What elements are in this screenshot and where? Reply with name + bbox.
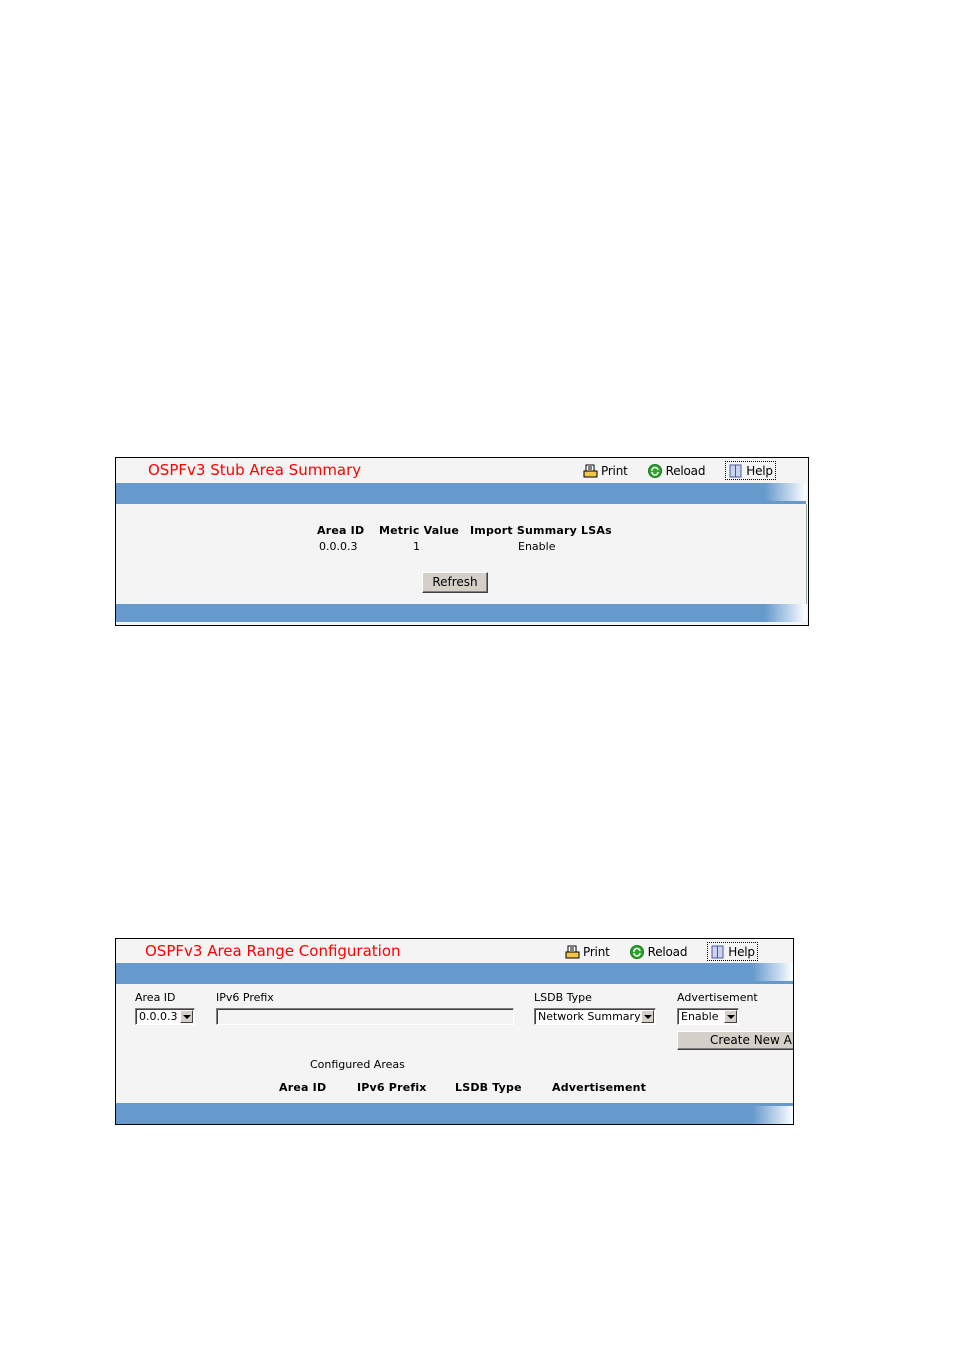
- create-new-area-range-button[interactable]: Create New Area Range: [677, 1031, 793, 1050]
- help-label: Help: [746, 463, 773, 478]
- footer-bar: [116, 1106, 793, 1124]
- header-bar: [116, 963, 793, 981]
- advertisement-select[interactable]: Enable: [677, 1008, 739, 1025]
- column-header-area-id: Area ID: [279, 1081, 327, 1094]
- reload-label: Reload: [647, 944, 688, 959]
- help-book-icon: [710, 945, 725, 959]
- advertisement-label: Advertisement: [677, 991, 758, 1004]
- area-range-configuration-panel: OSPFv3 Area Range Configuration Print Re…: [115, 938, 794, 1125]
- chevron-down-icon: [180, 1010, 193, 1023]
- ipv6-prefix-input[interactable]: [216, 1008, 514, 1025]
- reload-button[interactable]: Reload: [629, 943, 688, 960]
- cell-metric-value: 1: [413, 540, 420, 553]
- help-label: Help: [728, 944, 755, 959]
- column-header-metric-value: Metric Value: [379, 524, 460, 537]
- configured-areas-caption: Configured Areas: [310, 1058, 405, 1071]
- reload-label: Reload: [665, 463, 706, 478]
- cell-import-summary-lsas: Enable: [518, 540, 556, 553]
- printer-icon: [583, 464, 598, 478]
- help-button[interactable]: Help: [725, 461, 776, 480]
- lsdb-type-select[interactable]: Network Summary: [534, 1008, 656, 1025]
- help-book-icon: [728, 464, 743, 478]
- column-header-lsdb-type: LSDB Type: [455, 1081, 522, 1094]
- help-button[interactable]: Help: [707, 942, 758, 961]
- reload-button[interactable]: Reload: [647, 462, 706, 479]
- cell-area-id: 0.0.0.3: [319, 540, 358, 553]
- print-label: Print: [601, 463, 628, 478]
- page-title: OSPFv3 Stub Area Summary: [148, 461, 362, 479]
- header-bar: [116, 483, 806, 501]
- lsdb-type-label: LSDB Type: [534, 991, 592, 1004]
- footer-bar: [116, 604, 806, 622]
- lsdb-type-value: Network Summary: [538, 1010, 641, 1023]
- print-label: Print: [583, 944, 610, 959]
- toolbar: Print Reload Help: [583, 461, 776, 480]
- chevron-down-icon: [724, 1010, 737, 1023]
- panel-header: OSPFv3 Stub Area Summary Print Reload He…: [116, 458, 808, 482]
- chevron-down-icon: [641, 1010, 654, 1023]
- divider: [116, 981, 793, 984]
- stub-area-summary-panel: OSPFv3 Stub Area Summary Print Reload He…: [115, 457, 809, 626]
- print-button[interactable]: Print: [565, 943, 610, 960]
- area-id-label: Area ID: [135, 991, 176, 1004]
- page-title: OSPFv3 Area Range Configuration: [145, 942, 401, 960]
- printer-icon: [565, 945, 580, 959]
- print-button[interactable]: Print: [583, 462, 628, 479]
- reload-icon: [647, 463, 663, 478]
- area-id-select[interactable]: 0.0.0.3: [135, 1008, 195, 1025]
- area-id-value: 0.0.0.3: [139, 1010, 178, 1023]
- reload-icon: [629, 944, 645, 959]
- panel-header: OSPFv3 Area Range Configuration Print Re…: [116, 939, 793, 963]
- column-header-area-id: Area ID: [317, 524, 365, 537]
- advertisement-value: Enable: [681, 1010, 719, 1023]
- ipv6-prefix-label: IPv6 Prefix: [216, 991, 274, 1004]
- column-header-ipv6-prefix: IPv6 Prefix: [357, 1081, 427, 1094]
- column-header-import-summary-lsas: Import Summary LSAs: [470, 524, 612, 537]
- refresh-button[interactable]: Refresh: [422, 572, 488, 593]
- column-header-advertisement: Advertisement: [552, 1081, 647, 1094]
- toolbar: Print Reload Help: [565, 942, 758, 961]
